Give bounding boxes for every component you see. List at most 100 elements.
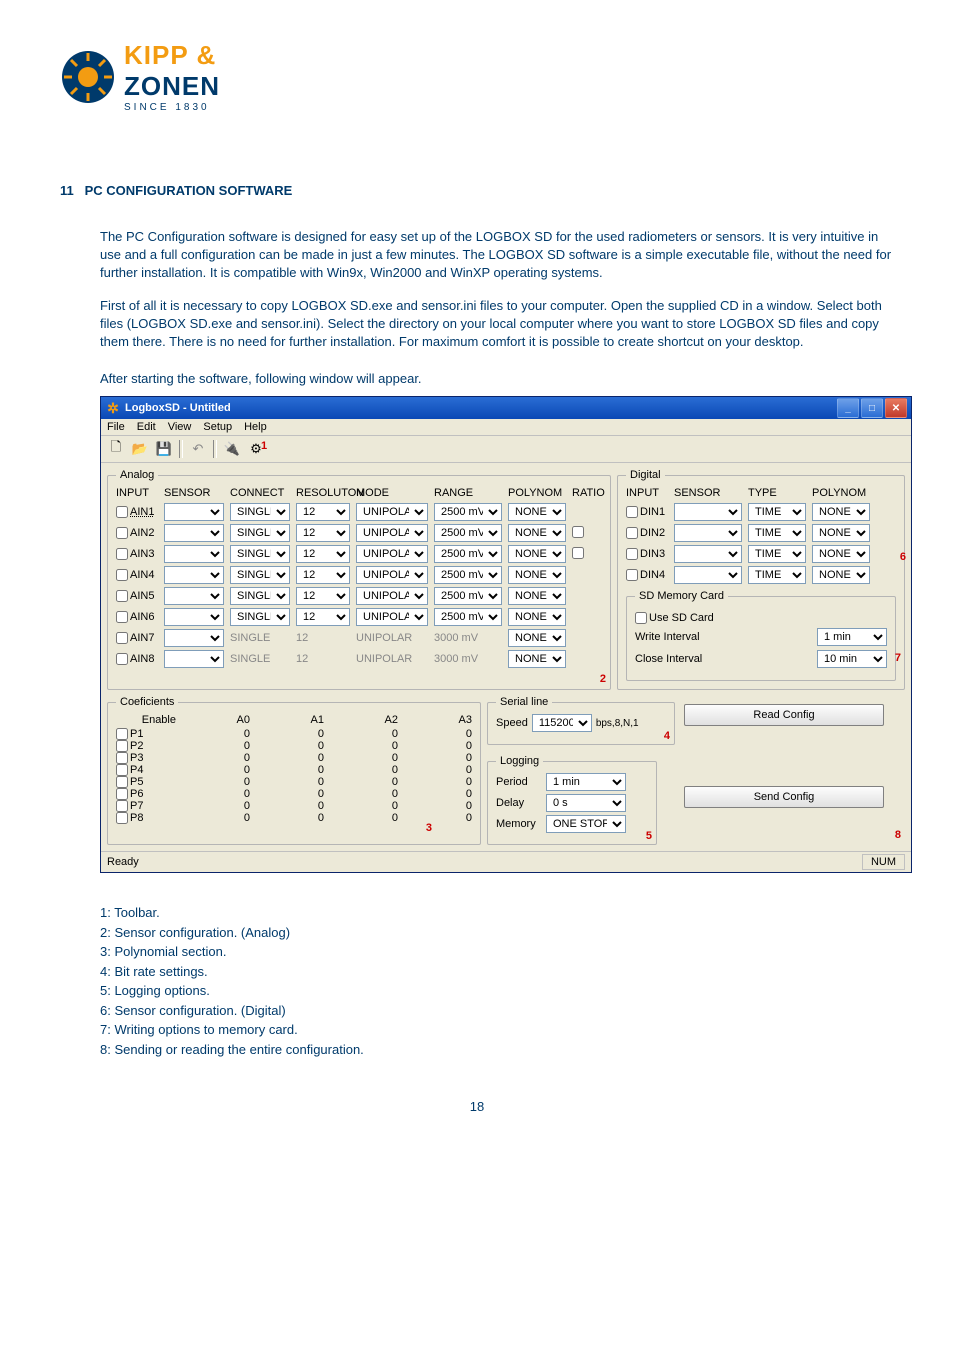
range-select[interactable]: 2500 mV (434, 608, 502, 626)
digital-sensor-select[interactable] (674, 545, 742, 563)
din-enable-checkbox[interactable]: DIN1 (626, 506, 670, 518)
close-button[interactable]: ✕ (885, 398, 907, 418)
resolution-select[interactable]: 12 (296, 524, 350, 542)
din-enable-checkbox[interactable]: DIN4 (626, 569, 670, 581)
menu-edit[interactable]: Edit (137, 421, 156, 433)
connect-select[interactable]: SINGLE (230, 545, 290, 563)
close-interval-select[interactable]: 10 min (817, 650, 887, 668)
save-icon[interactable]: 💾 (153, 438, 175, 460)
polynom-select[interactable]: NONE (508, 566, 566, 584)
sensor-select[interactable] (164, 566, 224, 584)
polynom-select[interactable]: NONE (508, 608, 566, 626)
digital-type-select[interactable]: TIME (748, 524, 806, 542)
digital-polynom-select[interactable]: NONE (812, 566, 870, 584)
digital-type-select[interactable]: TIME (748, 503, 806, 521)
ain-enable-checkbox[interactable]: AIN1 (116, 506, 160, 518)
polynom-select[interactable]: NONE (508, 650, 566, 668)
static-value: SINGLE (230, 632, 292, 644)
sensor-select[interactable] (164, 629, 224, 647)
digital-type-select[interactable]: TIME (748, 545, 806, 563)
mode-select[interactable]: UNIPOLAR (356, 587, 428, 605)
polynom-select[interactable]: NONE (508, 629, 566, 647)
undo-icon[interactable]: ↶ (187, 438, 209, 460)
ratio-checkbox[interactable] (572, 547, 584, 559)
memory-select[interactable]: ONE STOP (546, 815, 626, 833)
din-enable-checkbox[interactable]: DIN2 (626, 527, 670, 539)
ain-enable-checkbox[interactable]: AIN3 (116, 548, 160, 560)
ain-enable-checkbox[interactable]: AIN8 (116, 653, 160, 665)
mode-select[interactable]: UNIPOLAR (356, 566, 428, 584)
connect-select[interactable]: SINGLE (230, 503, 290, 521)
range-select[interactable]: 2500 mV (434, 524, 502, 542)
menu-view[interactable]: View (168, 421, 192, 433)
connect-select[interactable]: SINGLE (230, 587, 290, 605)
read-config-button[interactable]: Read Config (684, 704, 884, 726)
mode-select[interactable]: UNIPOLAR (356, 503, 428, 521)
polynom-select[interactable]: NONE (508, 503, 566, 521)
menu-file[interactable]: File (107, 421, 125, 433)
sensor-select[interactable] (164, 587, 224, 605)
static-value: 12 (296, 632, 352, 644)
range-select[interactable]: 2500 mV (434, 503, 502, 521)
range-select[interactable]: 2500 mV (434, 587, 502, 605)
static-value: SINGLE (230, 653, 292, 665)
delay-select[interactable]: 0 s (546, 794, 626, 812)
range-select[interactable]: 2500 mV (434, 545, 502, 563)
coef-enable-checkbox[interactable]: P8 (116, 812, 176, 824)
digital-sensor-select[interactable] (674, 503, 742, 521)
coef-enable-checkbox[interactable]: P6 (116, 788, 176, 800)
digital-type-select[interactable]: TIME (748, 566, 806, 584)
menu-setup[interactable]: Setup (203, 421, 232, 433)
mode-select[interactable]: UNIPOLAR (356, 545, 428, 563)
coef-enable-checkbox[interactable]: P4 (116, 764, 176, 776)
sensor-select[interactable] (164, 650, 224, 668)
ain-enable-checkbox[interactable]: AIN7 (116, 632, 160, 644)
sensor-select[interactable] (164, 503, 224, 521)
ain-enable-checkbox[interactable]: AIN6 (116, 611, 160, 623)
resolution-select[interactable]: 12 (296, 566, 350, 584)
digital-sensor-select[interactable] (674, 566, 742, 584)
polynom-select[interactable]: NONE (508, 524, 566, 542)
menu-help[interactable]: Help (244, 421, 267, 433)
digital-polynom-select[interactable]: NONE (812, 503, 870, 521)
sensor-select[interactable] (164, 524, 224, 542)
static-value: 12 (296, 653, 352, 665)
resolution-select[interactable]: 12 (296, 587, 350, 605)
din-enable-checkbox[interactable]: DIN3 (626, 548, 670, 560)
ain-enable-checkbox[interactable]: AIN4 (116, 569, 160, 581)
connect-icon[interactable]: 🔌 (221, 438, 243, 460)
resolution-select[interactable]: 12 (296, 545, 350, 563)
sensor-select[interactable] (164, 608, 224, 626)
connect-select[interactable]: SINGLE (230, 524, 290, 542)
use-sd-checkbox[interactable]: Use SD Card (635, 612, 714, 624)
speed-select[interactable]: 115200 (532, 714, 592, 732)
digital-sensor-select[interactable] (674, 524, 742, 542)
digital-polynom-select[interactable]: NONE (812, 545, 870, 563)
coef-enable-checkbox[interactable]: P5 (116, 776, 176, 788)
maximize-button[interactable]: □ (861, 398, 883, 418)
coef-enable-checkbox[interactable]: P1 (116, 728, 176, 740)
polynom-select[interactable]: NONE (508, 587, 566, 605)
sensor-select[interactable] (164, 545, 224, 563)
mode-select[interactable]: UNIPOLAR (356, 608, 428, 626)
polynom-select[interactable]: NONE (508, 545, 566, 563)
ain-enable-checkbox[interactable]: AIN5 (116, 590, 160, 602)
resolution-select[interactable]: 12 (296, 503, 350, 521)
range-select[interactable]: 2500 mV (434, 566, 502, 584)
new-icon[interactable]: 🗋 (105, 438, 127, 460)
connect-select[interactable]: SINGLE (230, 566, 290, 584)
coef-enable-checkbox[interactable]: P7 (116, 800, 176, 812)
resolution-select[interactable]: 12 (296, 608, 350, 626)
period-select[interactable]: 1 min (546, 773, 626, 791)
open-icon[interactable]: 📂 (129, 438, 151, 460)
ain-enable-checkbox[interactable]: AIN2 (116, 527, 160, 539)
send-config-button[interactable]: Send Config (684, 786, 884, 808)
connect-select[interactable]: SINGLE (230, 608, 290, 626)
write-interval-select[interactable]: 1 min (817, 628, 887, 646)
coef-enable-checkbox[interactable]: P3 (116, 752, 176, 764)
coef-enable-checkbox[interactable]: P2 (116, 740, 176, 752)
ratio-checkbox[interactable] (572, 526, 584, 538)
minimize-button[interactable]: _ (837, 398, 859, 418)
mode-select[interactable]: UNIPOLAR (356, 524, 428, 542)
digital-polynom-select[interactable]: NONE (812, 524, 870, 542)
